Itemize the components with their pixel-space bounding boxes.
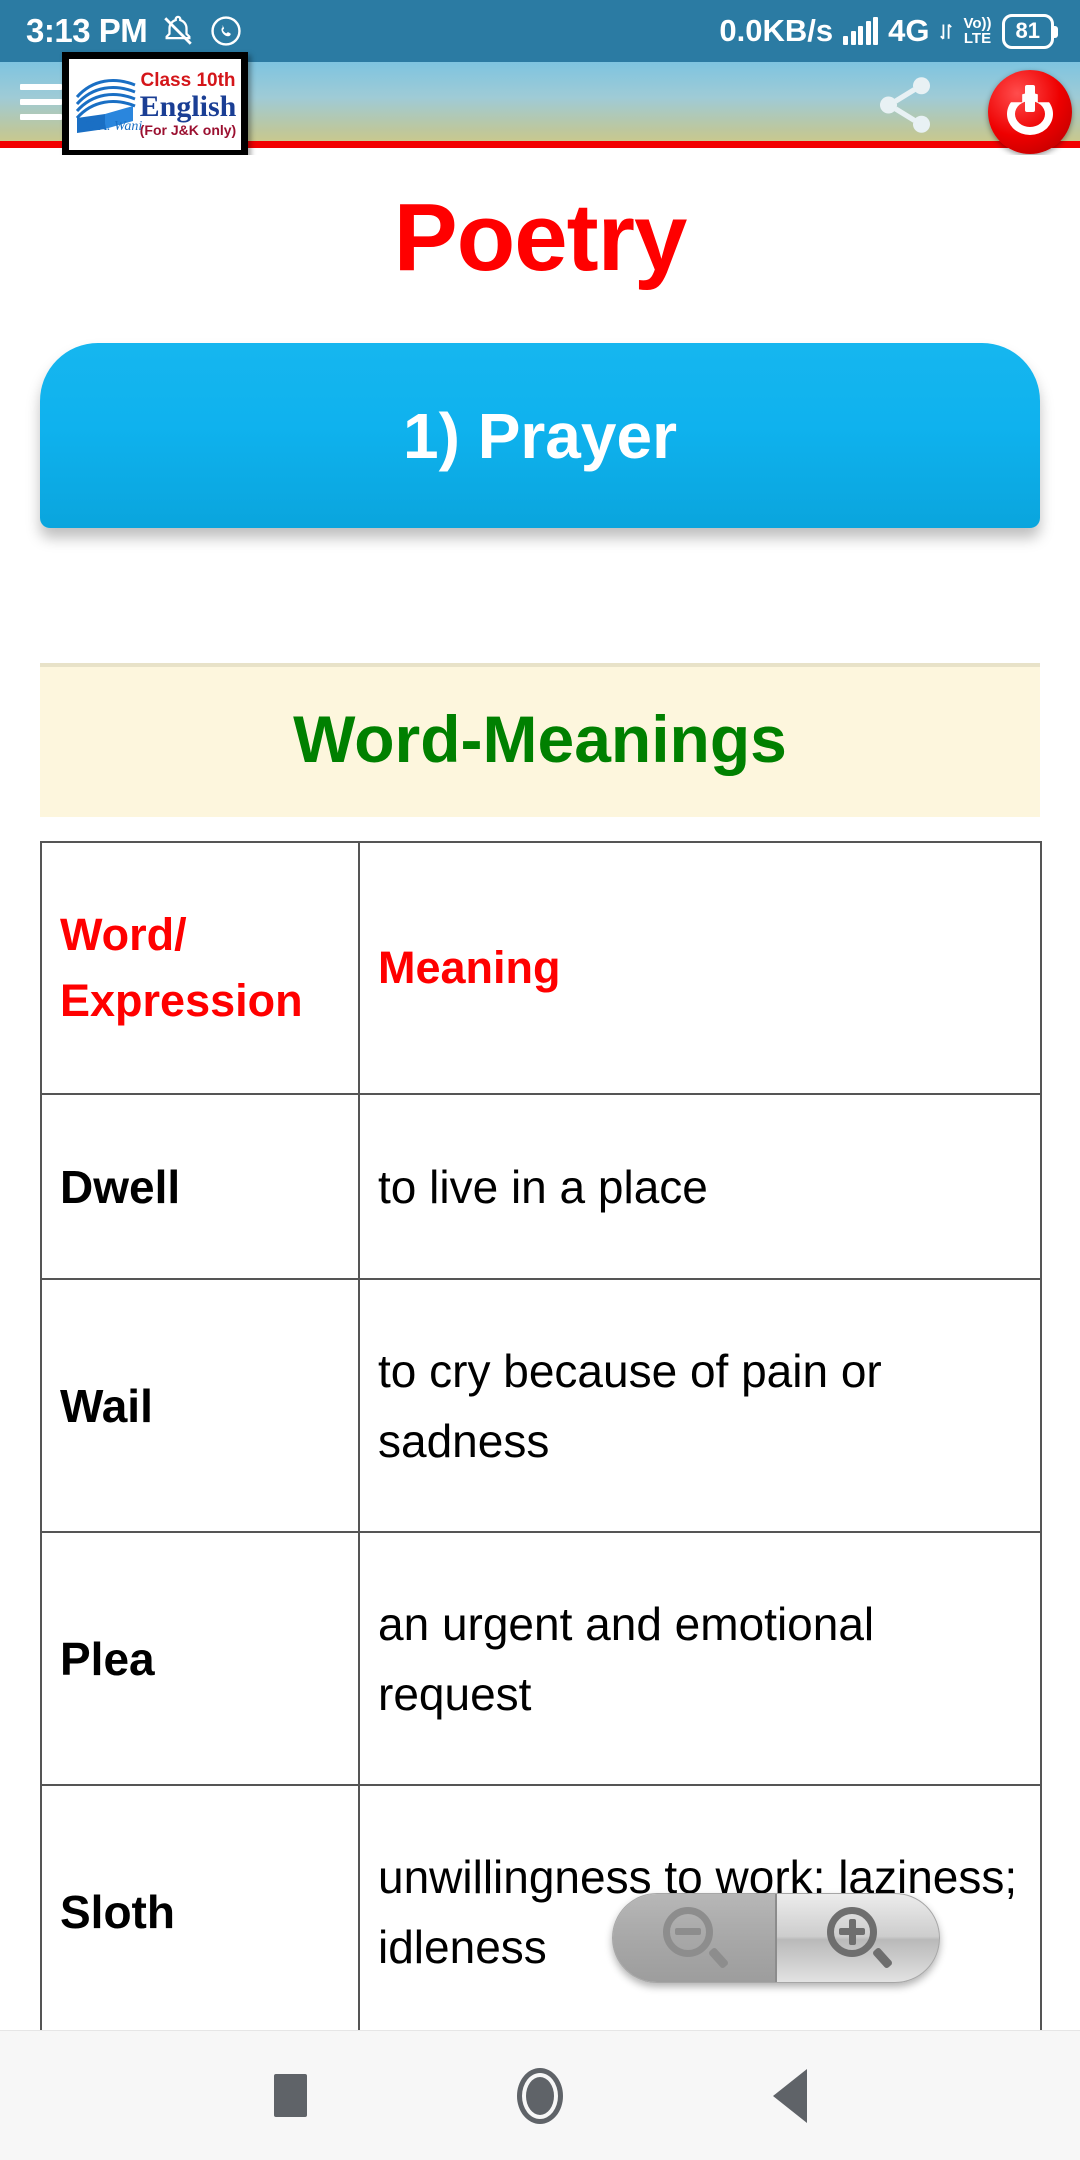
page-content: Poetry 1) Prayer Word-Meanings Word/ Exp… [0,155,1080,2030]
zoom-out-button[interactable] [613,1894,777,1982]
zoom-in-button[interactable] [777,1894,939,1982]
zoom-out-magnifier-icon [663,1907,730,1970]
share-icon[interactable] [870,72,940,138]
word-meanings-table: Word/ Expression Meaning Dwell to live i… [40,841,1042,2030]
data-transfer-icon [940,23,953,40]
word-meanings-band: Word-Meanings [40,663,1040,817]
table-row: Plea an urgent and emotional request [40,1531,1042,1786]
row-word: Sloth [40,1784,360,2030]
section-heading: Word-Meanings [293,702,787,776]
home-icon[interactable] [516,2067,563,2124]
signal-bars-icon [843,17,879,45]
header-word-line1: Word/ [60,909,187,960]
power-exit-icon[interactable] [988,70,1072,154]
header-cell-meaning: Meaning [358,841,1042,1095]
header-word-line2: Expression [60,975,303,1026]
status-clock: 3:13 PM [26,12,148,49]
whatsapp-icon [211,16,241,46]
phone-screen: 3:13 PM 0.0KB/s 4G Vo)) LTE 81 T. A. Wan… [0,0,1080,2160]
row-word: Wail [40,1278,360,1533]
row-word: Dwell [40,1093,360,1280]
back-icon[interactable] [772,2068,807,2123]
table-row: Wail to cry because of pain or sadness [40,1278,1042,1533]
volte-icon: Vo)) LTE [963,15,992,47]
open-book-icon: T. A. Wani [73,71,143,139]
page-title: Poetry [393,184,688,291]
system-nav-bar [0,2030,1080,2160]
app-logo[interactable]: T. A. Wani Class 10th English (For J&K o… [62,52,248,157]
chapter-button-prayer[interactable]: 1) Prayer [40,343,1040,528]
logo-region-note: (For J&K only) [139,122,237,138]
mute-notification-icon [164,15,192,45]
header-cell-word: Word/ Expression [40,841,360,1095]
zoom-in-magnifier-icon [827,1907,894,1970]
row-meaning: to live in a place [358,1093,1042,1280]
power-glyph [1007,85,1053,135]
logo-subject: English [139,90,237,123]
battery-indicator: 81 [1001,13,1059,49]
row-meaning: to cry because of pain or sadness [358,1278,1042,1533]
logo-class-label: Class 10th [140,70,236,91]
logo-signature: T. A. Wani [85,118,143,134]
network-type: 4G [888,13,930,48]
table-header-row: Word/ Expression Meaning [40,841,1042,1095]
recent-apps-icon[interactable] [273,2074,307,2117]
chapter-button-label: 1) Prayer [403,399,677,472]
logo-text: Class 10th English (For J&K only) [139,70,241,139]
network-speed: 0.0KB/s [719,13,834,48]
table-row: Dwell to live in a place [40,1093,1042,1280]
zoom-control[interactable] [612,1893,940,1983]
row-meaning: an urgent and emotional request [358,1531,1042,1786]
app-bar: T. A. Wani Class 10th English (For J&K o… [0,52,1080,157]
row-word: Plea [40,1531,360,1786]
status-bar-right: 0.0KB/s 4G Vo)) LTE 81 [719,13,1059,49]
status-bar-left: 3:13 PM [26,12,243,50]
